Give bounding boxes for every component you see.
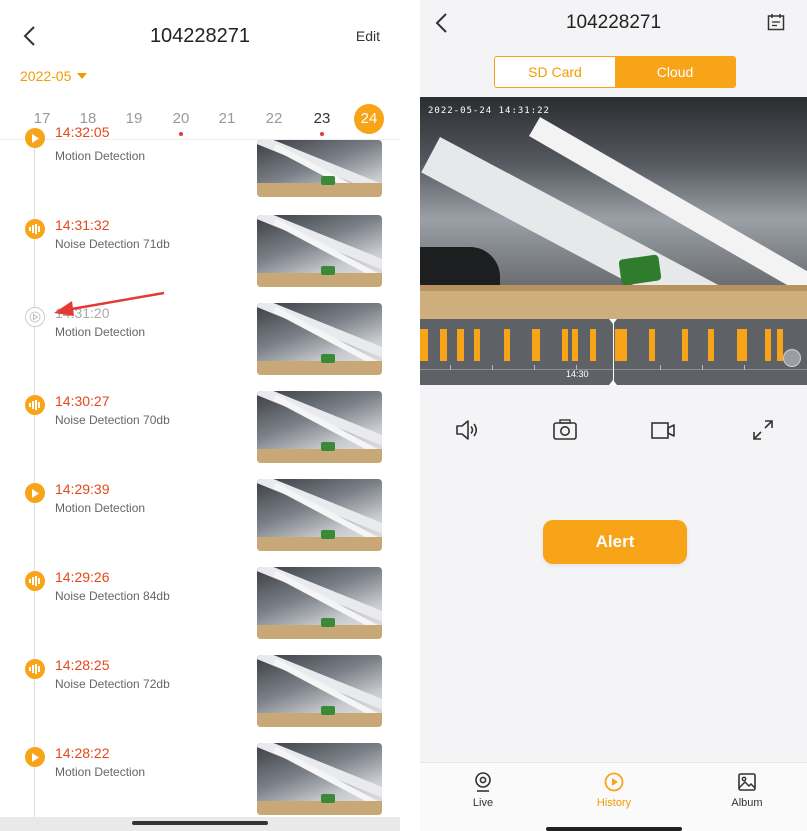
event-description: Noise Detection 84db bbox=[55, 589, 170, 603]
home-indicator-bar bbox=[0, 817, 400, 831]
event-thumbnail[interactable] bbox=[257, 655, 382, 727]
timeline-time-label: 14:30 bbox=[566, 369, 589, 379]
device-title: 104228271 bbox=[565, 12, 662, 33]
playback-timeline[interactable]: 14:30 bbox=[420, 319, 807, 385]
recording-segment bbox=[504, 329, 510, 361]
event-item[interactable]: 14:28:22 Motion Detection bbox=[0, 743, 400, 823]
event-time: 14:29:39 bbox=[55, 481, 110, 497]
month-label: 2022-05 bbox=[20, 68, 72, 84]
red-pointer-arrow-icon bbox=[54, 291, 165, 316]
date-item[interactable]: 23 bbox=[307, 110, 337, 136]
date-item-selected[interactable]: 24 bbox=[354, 104, 384, 134]
event-item[interactable]: 14:28:25 Noise Detection 72db bbox=[0, 655, 400, 735]
alert-button[interactable]: Alert bbox=[543, 520, 687, 564]
event-description: Noise Detection 70db bbox=[55, 413, 170, 427]
album-icon bbox=[738, 773, 756, 791]
recording-segment bbox=[708, 329, 714, 361]
sound-icon bbox=[25, 659, 45, 679]
event-description: Noise Detection 71db bbox=[55, 237, 170, 251]
edit-button[interactable]: Edit bbox=[356, 28, 380, 44]
event-description: Motion Detection bbox=[55, 149, 146, 163]
tab-history-label: History bbox=[596, 797, 632, 809]
recording-segment bbox=[737, 329, 747, 361]
event-description: Motion Detection bbox=[55, 501, 146, 515]
sound-icon bbox=[25, 219, 45, 239]
bottom-tab-bar: Live History Album bbox=[420, 762, 807, 831]
event-list-screen: 104228271 Edit 2022-05 17 18 19 20 21 22… bbox=[0, 0, 400, 831]
device-title: 104228271 bbox=[149, 25, 251, 47]
play-icon bbox=[25, 128, 45, 148]
recording-segment bbox=[590, 329, 596, 361]
sound-icon bbox=[25, 571, 45, 591]
recording-segment bbox=[765, 329, 771, 361]
event-item[interactable]: 14:30:27 Noise Detection 70db bbox=[0, 391, 400, 471]
calendar-icon[interactable] bbox=[767, 13, 785, 31]
video-timestamp: 2022-05-24 14:31:22 bbox=[428, 106, 550, 116]
record-icon[interactable] bbox=[650, 417, 676, 443]
sound-icon bbox=[25, 395, 45, 415]
event-item[interactable]: 14:32:05 Motion Detection bbox=[0, 124, 400, 212]
speaker-icon[interactable] bbox=[454, 417, 480, 443]
event-item[interactable]: 14:29:26 Noise Detection 84db bbox=[0, 567, 400, 647]
event-time: 14:28:22 bbox=[55, 745, 110, 761]
event-time: 14:30:27 bbox=[55, 393, 110, 409]
date-item[interactable]: 17 bbox=[27, 110, 57, 127]
playback-screen: 104228271 SD Card Cloud 2022-05-24 14:31… bbox=[420, 0, 807, 831]
tab-live[interactable]: Live bbox=[443, 771, 523, 809]
video-player[interactable]: 2022-05-24 14:31:22 bbox=[420, 97, 807, 319]
event-thumbnail[interactable] bbox=[257, 303, 382, 375]
event-item[interactable]: 14:29:39 Motion Detection bbox=[0, 479, 400, 559]
recording-segment bbox=[562, 329, 568, 361]
tab-sd-card[interactable]: SD Card bbox=[495, 57, 615, 87]
event-description: Noise Detection 72db bbox=[55, 677, 170, 691]
home-indicator bbox=[546, 827, 682, 831]
event-time: 14:31:32 bbox=[55, 217, 110, 233]
event-time: 14:29:26 bbox=[55, 569, 110, 585]
recording-segment bbox=[420, 329, 428, 361]
play-icon bbox=[25, 483, 45, 503]
dropdown-triangle-icon bbox=[77, 73, 88, 79]
recording-segment bbox=[572, 329, 578, 361]
event-time: 14:32:05 bbox=[55, 124, 110, 140]
date-item[interactable]: 22 bbox=[259, 110, 289, 127]
event-thumbnail[interactable] bbox=[257, 743, 382, 815]
play-icon bbox=[25, 747, 45, 767]
recording-segment bbox=[649, 329, 655, 361]
event-description: Motion Detection bbox=[55, 325, 146, 339]
date-item[interactable]: 20 bbox=[166, 110, 196, 136]
event-thumbnail[interactable] bbox=[257, 479, 382, 551]
play-outline-icon bbox=[25, 307, 45, 327]
event-thumbnail[interactable] bbox=[257, 140, 382, 197]
recording-segment bbox=[474, 329, 480, 361]
date-item[interactable]: 21 bbox=[212, 110, 242, 127]
tab-live-label: Live bbox=[472, 797, 494, 809]
recording-segment bbox=[457, 329, 464, 361]
webcam-icon bbox=[475, 772, 491, 792]
tab-cloud[interactable]: Cloud bbox=[615, 57, 735, 87]
event-thumbnail[interactable] bbox=[257, 391, 382, 463]
month-selector[interactable]: 2022-05 bbox=[20, 68, 88, 84]
storage-segmented-control: SD Card Cloud bbox=[494, 56, 736, 88]
header: 104228271 Edit bbox=[0, 0, 400, 68]
playhead[interactable] bbox=[613, 319, 614, 385]
header: 104228271 bbox=[420, 0, 807, 50]
event-description: Motion Detection bbox=[55, 765, 146, 779]
event-thumbnail[interactable] bbox=[257, 215, 382, 287]
camera-icon[interactable] bbox=[552, 417, 578, 443]
tab-album[interactable]: Album bbox=[707, 771, 787, 809]
event-thumbnail[interactable] bbox=[257, 567, 382, 639]
tab-history[interactable]: History bbox=[574, 771, 654, 809]
zoom-icon[interactable] bbox=[783, 349, 801, 367]
date-item[interactable]: 19 bbox=[119, 110, 149, 127]
tab-album-label: Album bbox=[731, 797, 763, 809]
recording-segment bbox=[682, 329, 688, 361]
recording-segment bbox=[532, 329, 540, 361]
home-indicator bbox=[132, 821, 268, 825]
history-play-icon bbox=[604, 772, 624, 792]
event-time: 14:28:25 bbox=[55, 657, 110, 673]
recording-segment bbox=[615, 329, 627, 361]
fullscreen-icon[interactable] bbox=[750, 417, 776, 443]
recording-segment bbox=[440, 329, 447, 361]
event-item[interactable]: 14:31:32 Noise Detection 71db bbox=[0, 215, 400, 295]
